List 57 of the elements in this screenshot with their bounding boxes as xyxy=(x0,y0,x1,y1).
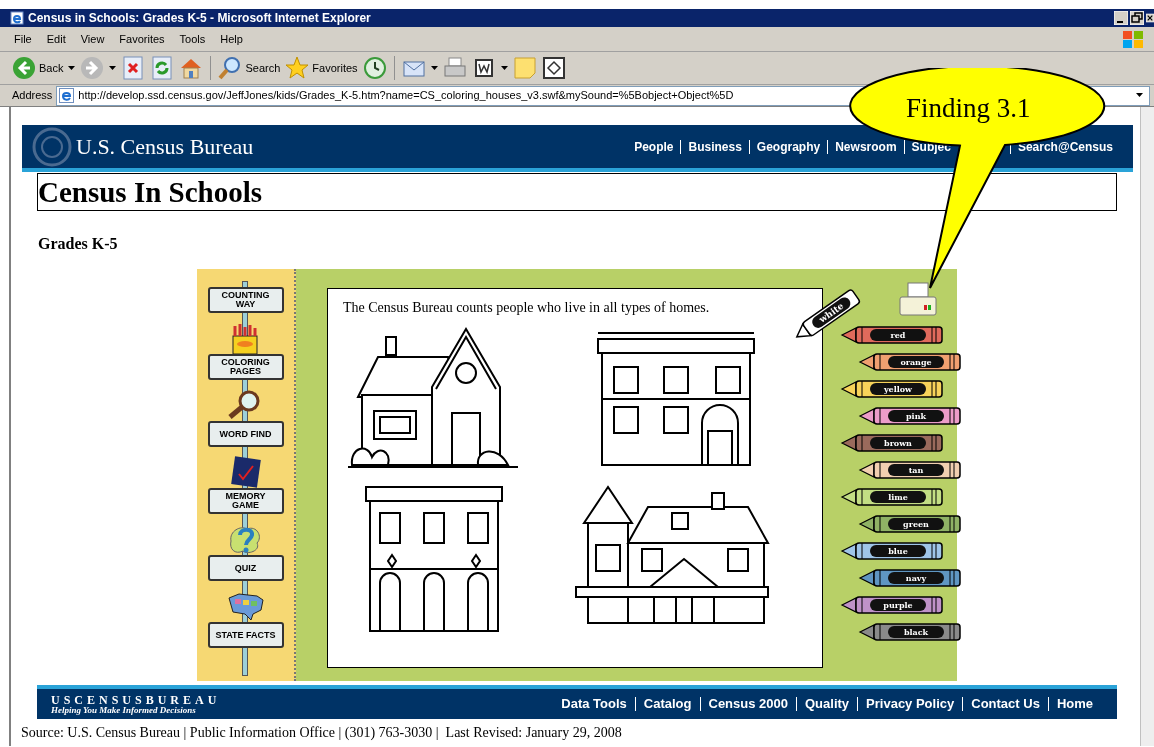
refresh-icon[interactable] xyxy=(150,56,175,80)
footer-link[interactable]: Contact Us xyxy=(971,694,1040,714)
caption: The Census Bureau counts people who live in all types of homes. xyxy=(343,299,710,317)
restore-icon[interactable] xyxy=(1130,11,1144,25)
star-icon xyxy=(285,56,310,80)
sign-button[interactable]: STATE FACTS xyxy=(207,622,284,648)
clock-icon[interactable] xyxy=(362,56,387,80)
map-icon xyxy=(226,590,265,622)
dropdown-arrow-icon[interactable] xyxy=(430,65,438,71)
dropdown-arrow-icon[interactable] xyxy=(1136,93,1143,98)
flag-icon xyxy=(1120,28,1146,50)
search-button[interactable]: Search xyxy=(218,56,281,80)
footer-tagline: Helping You Make Informed Decisions xyxy=(51,705,197,715)
browser-icon xyxy=(10,11,24,25)
back-icon xyxy=(12,56,36,80)
sign-button[interactable]: QUIZ xyxy=(207,555,284,581)
footer-link[interactable]: Data Tools xyxy=(561,694,627,714)
page-title: Census In Schools xyxy=(37,173,1117,211)
menu-item[interactable]: Tools xyxy=(179,30,206,48)
minimize-icon[interactable] xyxy=(1114,11,1128,25)
sign-button[interactable]: WORD FIND xyxy=(207,421,284,447)
close-icon[interactable] xyxy=(1146,11,1154,25)
address-label: Address xyxy=(12,88,53,104)
nav-link[interactable]: Geography xyxy=(756,137,821,156)
footer-link[interactable]: Census 2000 xyxy=(708,694,788,714)
menu-item[interactable]: Help xyxy=(220,30,243,48)
menu-item[interactable]: View xyxy=(80,30,105,48)
site-logo[interactable]: U.S. Census Bureau xyxy=(76,130,254,163)
dropdown-arrow-icon[interactable] xyxy=(109,65,117,71)
back-button[interactable]: Back xyxy=(12,56,64,80)
dropdown-arrow-icon[interactable] xyxy=(500,65,508,71)
window-icon[interactable] xyxy=(541,56,566,80)
search-icon xyxy=(218,56,243,80)
source-line: Source: U.S. Census Bureau | Public Information Office | (301) 763-3030 | Last Revised: January 29, 2008 xyxy=(21,724,622,742)
sign-button[interactable]: MEMORY GAME xyxy=(207,488,284,514)
menu-item[interactable]: Edit xyxy=(46,30,66,48)
footer-logo[interactable]: USCENSUSBUREAU xyxy=(51,693,221,706)
nav-link[interactable]: Business xyxy=(688,137,742,156)
sign-button[interactable]: COLORING PAGES xyxy=(207,354,284,380)
printer-icon[interactable] xyxy=(898,281,938,317)
subtitle: Grades K-5 xyxy=(38,234,118,254)
sign-button[interactable]: COUNTING WAY xyxy=(207,287,284,313)
window-title: Census in Schools: Grades K-5 - Microsoft Internet Explorer xyxy=(28,10,371,27)
dropdown-arrow-icon[interactable] xyxy=(68,65,76,71)
nav-link[interactable]: Search@Census xyxy=(1017,137,1113,156)
nav-link[interactable]: People xyxy=(634,137,674,156)
page-icon xyxy=(59,88,75,103)
footer-link[interactable]: Catalog xyxy=(643,694,692,714)
stop-icon[interactable] xyxy=(121,56,146,80)
seal-icon xyxy=(32,126,72,167)
nav-link[interactable]: Newsroom xyxy=(835,137,897,156)
menu-item[interactable]: Favorites xyxy=(119,30,165,48)
footer-link[interactable]: Privacy Policy xyxy=(866,694,955,714)
favorites-button[interactable]: Favorites xyxy=(285,56,358,80)
menu-item[interactable]: File xyxy=(14,30,32,48)
footer-link[interactable]: Quality xyxy=(805,694,850,714)
footer-link[interactable]: Home xyxy=(1056,694,1093,714)
